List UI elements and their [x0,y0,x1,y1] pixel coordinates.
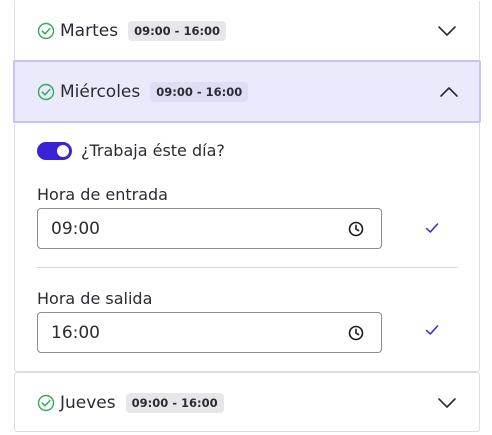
exit-time-label: Hora de salida [37,289,153,308]
entry-time-input[interactable]: 09:00 [37,208,382,249]
check-icon[interactable] [425,222,439,234]
day-header-martes[interactable]: Martes 09:00 - 16:00 [15,1,479,61]
works-day-toggle[interactable] [37,141,72,160]
exit-time-value: 16:00 [51,322,100,343]
day-label: Jueves [60,393,116,413]
day-label: Miércoles [60,81,141,102]
hours-badge: 09:00 - 16:00 [125,393,224,413]
exit-time-input[interactable]: 16:00 [37,312,382,353]
check-circle-icon [37,83,55,100]
chevron-down-icon[interactable] [437,397,457,409]
hours-badge: 09:00 - 16:00 [150,81,249,102]
entry-time-value: 09:00 [51,218,100,239]
works-day-label: ¿Trabaja éste día? [81,141,225,160]
check-circle-icon [37,22,55,40]
clock-icon[interactable] [348,221,364,237]
day-panel-miercoles: Miércoles 09:00 - 16:00 ¿Trabaja éste dí… [13,60,481,372]
chevron-up-icon[interactable] [439,86,459,98]
day-header-jueves[interactable]: Jueves 09:00 - 16:00 [15,373,479,433]
chevron-down-icon[interactable] [437,25,457,37]
day-label: Martes [60,21,119,41]
day-panel-martes: Martes 09:00 - 16:00 [14,1,480,61]
check-icon[interactable] [425,324,439,336]
check-circle-icon [37,394,55,412]
hours-badge: 09:00 - 16:00 [128,21,227,41]
toggle-knob [57,144,69,157]
entry-time-label: Hora de entrada [37,185,168,204]
works-day-toggle-row: ¿Trabaja éste día? [37,141,225,160]
clock-icon[interactable] [348,325,364,341]
day-header-miercoles[interactable]: Miércoles 09:00 - 16:00 [13,60,481,123]
divider [37,267,458,268]
day-panel-jueves: Jueves 09:00 - 16:00 [14,372,480,432]
